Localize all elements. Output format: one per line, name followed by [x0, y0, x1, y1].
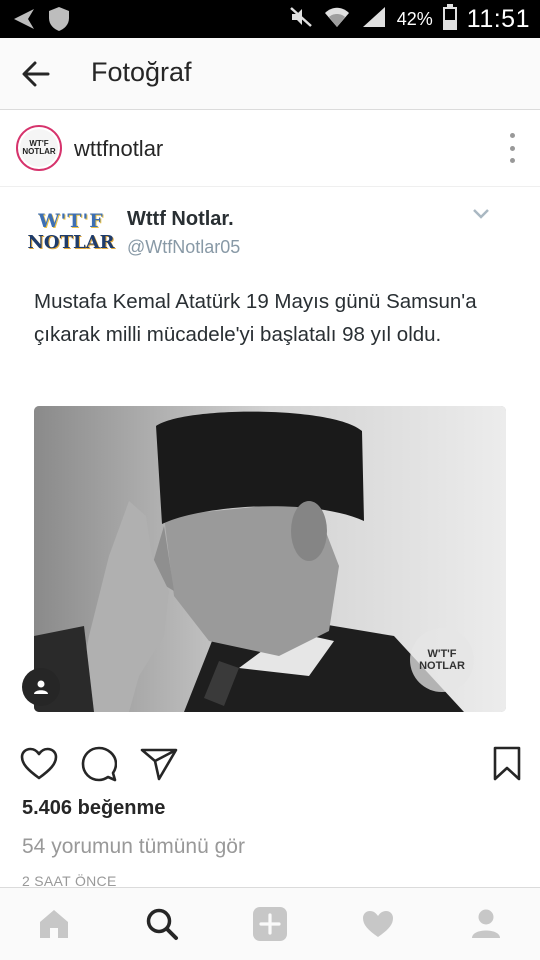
mute-icon [289, 5, 313, 34]
watermark-line1: W'T'F [427, 648, 457, 660]
back-arrow-icon [10, 7, 36, 36]
nav-search[interactable] [142, 904, 182, 944]
bookmark-icon [493, 746, 521, 781]
profile-icon [472, 909, 500, 938]
tweet-avatar: W'T'F NOTLAR [27, 202, 114, 260]
tweet-logo-line1: W'T'F [38, 209, 104, 232]
bottom-navigation [0, 887, 540, 960]
post-actions [0, 740, 540, 788]
nav-activity[interactable] [358, 904, 398, 944]
app-bar: Fotoğraf [0, 38, 540, 110]
tweet-display-name: Wttf Notlar. [127, 208, 234, 230]
view-comments-link[interactable]: 54 yorumun tümünü gör [22, 835, 245, 859]
more-dot [509, 158, 515, 163]
post-username[interactable]: wttfnotlar [74, 136, 163, 162]
tweet-text: Mustafa Kemal Atatürk 19 Mayıs günü Sams… [34, 290, 477, 346]
nav-add[interactable] [250, 904, 290, 944]
person-icon [34, 680, 48, 694]
home-icon [40, 910, 68, 938]
battery-percent: 42% [396, 8, 433, 29]
arrow-left-icon [22, 61, 50, 87]
activity-icon [363, 911, 393, 937]
comment-button[interactable] [79, 744, 119, 784]
comment-icon [81, 746, 117, 782]
back-button[interactable] [18, 56, 54, 92]
more-dot [509, 145, 515, 151]
more-vertical-icon [509, 133, 515, 138]
more-options-button[interactable] [506, 133, 518, 163]
add-icon [253, 907, 287, 941]
like-count[interactable]: 5.406 beğenme [22, 797, 165, 820]
share-icon [140, 748, 178, 781]
share-button[interactable] [139, 744, 179, 784]
save-button[interactable] [487, 744, 527, 784]
heart-icon [20, 747, 58, 780]
avatar-logo-line2: NOTLAR [22, 147, 56, 156]
page-title: Fotoğraf [91, 57, 192, 87]
signal-icon [361, 5, 387, 34]
tagged-users-button[interactable] [22, 668, 60, 706]
photo-watermark: W'T'F NOTLAR [410, 628, 474, 692]
wifi-icon [323, 5, 351, 34]
tweet-logo-line2: NOTLAR [27, 231, 115, 253]
nav-home[interactable] [34, 904, 74, 944]
tweet-photo: W'T'F NOTLAR [34, 406, 506, 712]
nav-profile[interactable] [466, 904, 506, 944]
like-button[interactable] [19, 744, 59, 784]
status-bar: 42% 11:51 [0, 0, 540, 38]
watermark-line2: NOTLAR [419, 660, 465, 672]
clock: 11:51 [466, 4, 530, 33]
search-icon [146, 908, 178, 940]
battery-icon [442, 3, 457, 35]
post-header: WT'F NOTLAR wttfnotlar [0, 111, 540, 187]
shield-icon [48, 6, 70, 37]
post-image-tweet[interactable]: W'T'F NOTLAR Wttf Notlar. @WtfNotlar05 M… [0, 188, 540, 736]
chevron-down-icon [473, 209, 489, 219]
avatar[interactable]: WT'F NOTLAR [16, 125, 62, 171]
tweet-handle: @WtfNotlar05 [127, 237, 241, 257]
